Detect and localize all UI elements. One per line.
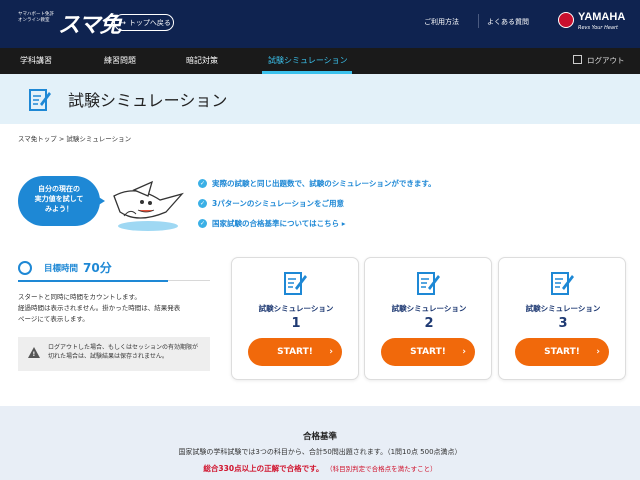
- tuning-fork-icon: [558, 12, 574, 28]
- main-nav: 学科講習 練習問題 暗記対策 試験シミュレーション ログアウト: [0, 48, 640, 74]
- check-icon: ✓: [198, 199, 207, 208]
- arrow-right-icon: →: [120, 18, 126, 27]
- logo[interactable]: スマ免: [58, 7, 121, 39]
- logout-icon: [573, 55, 582, 64]
- start-button-1[interactable]: START! ›: [248, 338, 342, 366]
- warning-icon: !: [28, 347, 40, 358]
- document-pen-icon: [29, 89, 51, 111]
- start-button-3[interactable]: START! ›: [515, 338, 609, 366]
- check-icon: ✓: [198, 179, 207, 188]
- warning-box: ! ログアウトした場合、もしくはセッションの有効期限が 切れた場合は、試験結果は…: [18, 337, 210, 371]
- simulation-card-3: 試験シミュレーション 3 START! ›: [498, 257, 626, 380]
- speech-bubble: 自分の現在の 実力値を試して みよう！: [18, 176, 100, 226]
- check-icon: ✓: [198, 219, 207, 228]
- usage-link[interactable]: ご利用方法: [424, 17, 459, 27]
- chevron-right-icon: ›: [329, 347, 333, 357]
- logo-subtitle: ヤマハボート免許 オンライン教室: [18, 12, 54, 23]
- chevron-right-icon: ›: [596, 347, 600, 357]
- pass-criteria-highlight: 総合330点以上の正解で合格です。 （科目別判定で合格点を満たすこと）: [203, 464, 437, 473]
- back-to-top-button[interactable]: → トップへ戻る: [114, 14, 174, 31]
- document-pen-icon: [417, 272, 440, 295]
- target-time: 目標時間 70分: [18, 259, 112, 276]
- target-description: スタートと同時に時間をカウントします。 経過時間は表示されません。掛かった時間は…: [18, 293, 181, 323]
- logout-button[interactable]: ログアウト: [573, 48, 625, 74]
- breadcrumb[interactable]: スマ免トップ > 試験シミュレーション: [18, 133, 131, 143]
- simulation-card-1: 試験シミュレーション 1 START! ›: [231, 257, 359, 380]
- nav-item-memorize[interactable]: 暗記対策: [186, 48, 218, 74]
- stopwatch-icon: [18, 260, 32, 275]
- document-pen-icon: [551, 272, 574, 295]
- feature-item: ✓ 3パターンのシミュレーションをご用意: [198, 199, 345, 208]
- pass-criteria-link[interactable]: ✓ 国家試験の合格基準についてはこちら ▸: [198, 218, 346, 229]
- nav-item-practice[interactable]: 練習問題: [104, 48, 136, 74]
- feature-item: ✓ 実際の試験と同じ出題数で、試験のシミュレーションができます。: [198, 179, 436, 188]
- start-button-2[interactable]: START! ›: [381, 338, 475, 366]
- document-pen-icon: [284, 272, 307, 295]
- nav-item-lecture[interactable]: 学科講習: [20, 48, 52, 74]
- header-divider: [478, 14, 479, 28]
- header: ヤマハボート免許 オンライン教室 スマ免 → トップへ戻る ご利用方法 よくある…: [0, 0, 640, 48]
- yamaha-logo[interactable]: YAMAHA Revs Your Heart: [558, 10, 636, 36]
- mascot-character-icon: [113, 180, 184, 231]
- speech-bubble-tail: [97, 196, 105, 206]
- page-title: 試験シミュレーション: [68, 91, 228, 110]
- divider-accent: [18, 280, 168, 282]
- chevron-right-icon: ›: [462, 347, 466, 357]
- faq-link[interactable]: よくある質問: [487, 17, 529, 27]
- pass-criteria-title: 合格基準: [302, 432, 337, 442]
- pass-criteria-text: 国家試験の学科試験では3つの科目から、合計50問出題されます。（1問10点 50…: [178, 448, 462, 456]
- simulation-card-2: 試験シミュレーション 2 START! ›: [364, 257, 492, 380]
